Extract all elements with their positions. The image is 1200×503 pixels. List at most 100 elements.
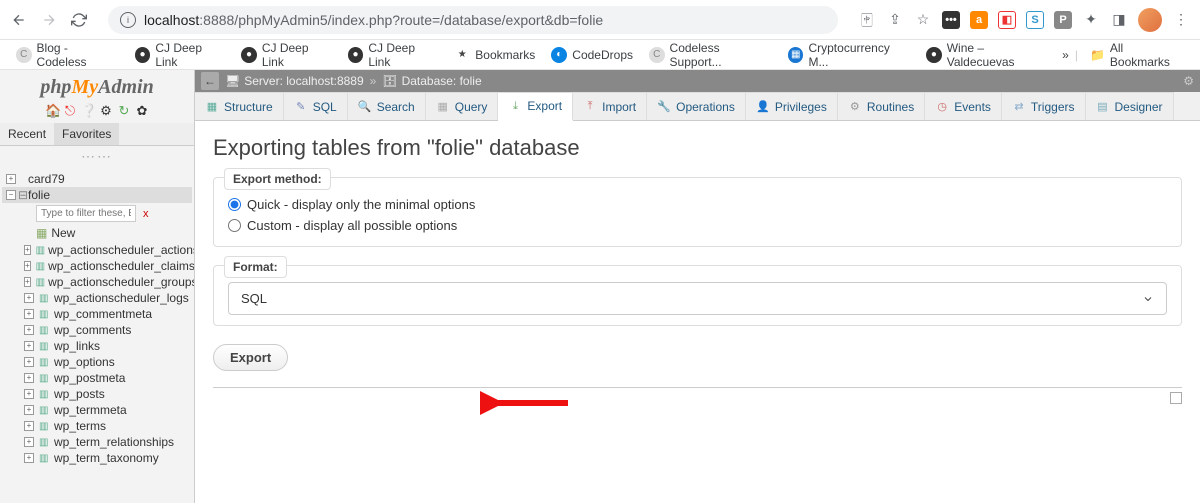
table-item[interactable]: +▥wp_posts: [2, 386, 192, 402]
tab-label: Search: [377, 100, 415, 114]
tab-triggers[interactable]: ⇄Triggers: [1002, 92, 1086, 120]
bookmark-star-icon[interactable]: ☆: [914, 11, 932, 29]
table-item[interactable]: +▥wp_terms: [2, 418, 192, 434]
table-item[interactable]: +▥wp_comments: [2, 322, 192, 338]
db-folie[interactable]: − ⊟ folie: [2, 187, 192, 203]
expand-icon[interactable]: +: [24, 437, 34, 447]
all-bookmarks-button[interactable]: 📁 All Bookmarks: [1084, 38, 1190, 72]
bookmarks-overflow-icon[interactable]: »: [1062, 48, 1069, 62]
table-item[interactable]: +▥wp_term_taxonomy: [2, 450, 192, 466]
settings-icon[interactable]: ⚙: [99, 103, 113, 117]
bookmark-item[interactable]: ●Wine – Valdecuevas: [920, 38, 1058, 72]
home-icon[interactable]: 🏠: [45, 103, 59, 117]
bookmark-item[interactable]: ◐CodeDrops: [545, 38, 639, 72]
share-icon[interactable]: ⇪: [886, 11, 904, 29]
tab-operations[interactable]: 🔧Operations: [647, 92, 746, 120]
expand-icon[interactable]: +: [24, 293, 34, 303]
table-item[interactable]: +▥wp_commentmeta: [2, 306, 192, 322]
table-icon: ▥: [39, 341, 51, 351]
expand-icon[interactable]: +: [24, 389, 34, 399]
export-icon: ⤓: [508, 99, 522, 113]
table-item[interactable]: +▥wp_postmeta: [2, 370, 192, 386]
back-button[interactable]: [10, 11, 28, 29]
table-item[interactable]: +▥wp_actionscheduler_groups: [2, 274, 192, 290]
table-item[interactable]: +▥wp_actionscheduler_logs: [2, 290, 192, 306]
extensions-icon[interactable]: ✦: [1082, 11, 1100, 29]
forward-button[interactable]: [40, 11, 58, 29]
expand-icon[interactable]: +: [24, 453, 34, 463]
bookmark-item[interactable]: ●CJ Deep Link: [129, 38, 231, 72]
table-item[interactable]: +▥wp_actionscheduler_actions: [2, 242, 192, 258]
bookmark-item[interactable]: ●CJ Deep Link: [342, 38, 444, 72]
expand-icon[interactable]: +: [24, 325, 34, 335]
drag-handle-icon[interactable]: ⋯⋯: [0, 146, 194, 167]
docs-icon[interactable]: ❔: [81, 103, 95, 117]
export-quick-option[interactable]: Quick - display only the minimal options: [228, 194, 1167, 215]
expand-icon[interactable]: +: [6, 174, 16, 184]
db-card79[interactable]: + card79: [2, 171, 192, 187]
collapse-nav-button[interactable]: ←: [201, 72, 219, 90]
filter-input[interactable]: [36, 205, 136, 222]
export-button[interactable]: Export: [213, 344, 288, 371]
page-settings-icon[interactable]: ⚙: [1183, 74, 1194, 88]
address-bar[interactable]: i localhost:8888/phpMyAdmin5/index.php?r…: [108, 6, 838, 34]
theme-icon[interactable]: ✿: [135, 103, 149, 117]
radio-quick[interactable]: [228, 198, 241, 211]
format-select[interactable]: SQL: [228, 282, 1167, 315]
tab-events[interactable]: ◷Events: [925, 92, 1002, 120]
tab-export[interactable]: ⤓Export: [498, 92, 573, 121]
table-item[interactable]: +▥wp_links: [2, 338, 192, 354]
expand-icon[interactable]: +: [24, 357, 34, 367]
collapse-icon[interactable]: −: [6, 190, 16, 200]
expand-icon[interactable]: +: [24, 341, 34, 351]
bookmark-item[interactable]: ★Bookmarks: [448, 38, 541, 72]
side-panel-icon[interactable]: ◨: [1110, 11, 1128, 29]
tab-designer[interactable]: ▤Designer: [1086, 92, 1174, 120]
translate-icon[interactable]: 🀄︎: [858, 11, 876, 29]
expand-icon[interactable]: +: [24, 373, 34, 383]
new-table[interactable]: ▦ New: [2, 224, 192, 242]
breadcrumb-server[interactable]: 🖥 Server: localhost:8889: [225, 74, 364, 88]
expand-icon[interactable]: +: [24, 261, 31, 271]
export-custom-option[interactable]: Custom - display all possible options: [228, 215, 1167, 236]
menu-icon[interactable]: ⋮: [1172, 11, 1190, 29]
ext-icon-1[interactable]: •••: [942, 11, 960, 29]
site-info-icon[interactable]: i: [120, 12, 136, 28]
profile-avatar[interactable]: [1138, 8, 1162, 32]
tab-query[interactable]: ▦Query: [426, 92, 499, 120]
table-item[interactable]: +▥wp_actionscheduler_claims: [2, 258, 192, 274]
reload-nav-icon[interactable]: ↻: [117, 103, 131, 117]
table-item[interactable]: +▥wp_term_relationships: [2, 434, 192, 450]
expand-icon[interactable]: +: [24, 245, 31, 255]
expand-icon[interactable]: +: [24, 405, 34, 415]
table-item[interactable]: +▥wp_termmeta: [2, 402, 192, 418]
reload-button[interactable]: [70, 11, 88, 29]
bookmark-item[interactable]: ▦Cryptocurrency M...: [782, 38, 916, 72]
tab-recent[interactable]: Recent: [0, 123, 54, 145]
logout-icon[interactable]: ⎋: [63, 103, 77, 117]
tab-privileges[interactable]: 👤Privileges: [746, 92, 838, 120]
ext-icon-5[interactable]: P: [1054, 11, 1072, 29]
expand-icon[interactable]: +: [24, 277, 31, 287]
tab-search[interactable]: 🔍Search: [348, 92, 426, 120]
expand-icon[interactable]: +: [24, 421, 34, 431]
table-item[interactable]: +▥wp_options: [2, 354, 192, 370]
tab-structure[interactable]: ▦Structure: [195, 92, 284, 120]
breadcrumb-database[interactable]: 🗄 Database: folie: [382, 74, 481, 88]
tab-routines[interactable]: ⚙Routines: [838, 92, 925, 120]
expand-icon[interactable]: +: [24, 309, 34, 319]
tab-favorites[interactable]: Favorites: [54, 123, 119, 145]
tab-import[interactable]: ⤒Import: [573, 92, 647, 120]
routines-icon: ⚙: [848, 100, 862, 114]
bookmark-item[interactable]: CCodeless Support...: [643, 38, 778, 72]
clear-filter-icon[interactable]: x: [139, 208, 153, 220]
ext-icon-2[interactable]: a: [970, 11, 988, 29]
tab-sql[interactable]: ✎SQL: [284, 92, 348, 120]
ext-icon-4[interactable]: S: [1026, 11, 1044, 29]
phpmyadmin-logo[interactable]: phpMyAdmin: [0, 70, 194, 101]
ext-icon-3[interactable]: ◧: [998, 11, 1016, 29]
console-toggle-icon[interactable]: [1170, 392, 1182, 404]
radio-custom[interactable]: [228, 219, 241, 232]
bookmark-item[interactable]: ●CJ Deep Link: [235, 38, 337, 72]
bookmark-item[interactable]: CBlog - Codeless: [10, 38, 125, 72]
